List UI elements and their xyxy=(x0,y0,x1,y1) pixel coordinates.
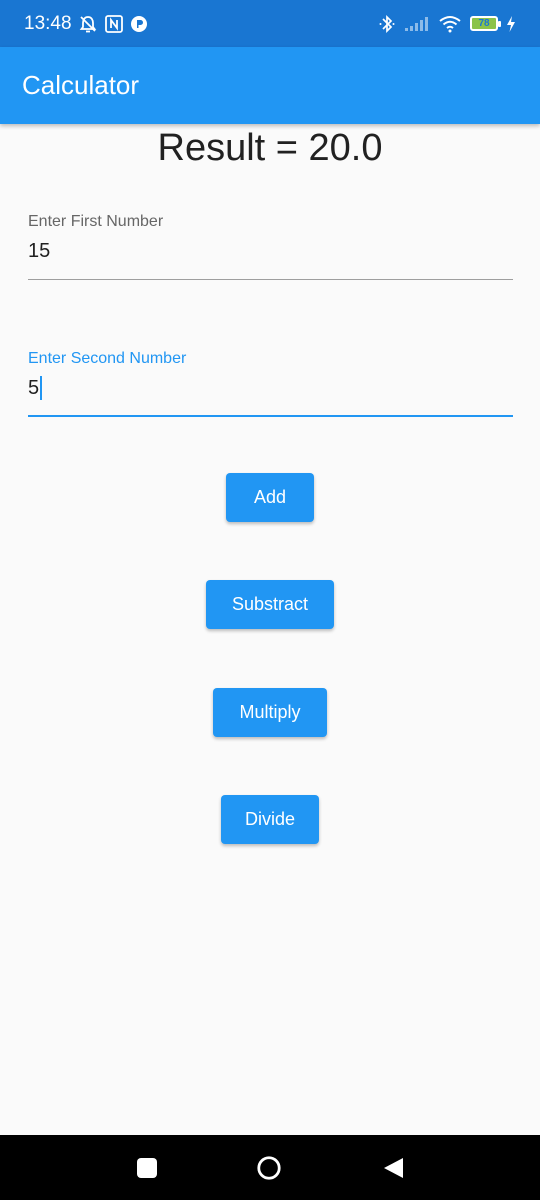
subtract-button[interactable]: Substract xyxy=(206,580,334,629)
second-number-label: Enter Second Number xyxy=(28,350,187,367)
charging-icon xyxy=(506,15,516,33)
text-cursor xyxy=(40,376,43,400)
nfc-icon xyxy=(104,14,124,34)
first-number-input[interactable]: 15 xyxy=(28,238,513,264)
status-bar: 13:48 78 xyxy=(0,0,540,47)
home-icon[interactable] xyxy=(256,1155,282,1181)
first-number-underline xyxy=(28,279,513,280)
divide-button[interactable]: Divide xyxy=(221,795,319,844)
battery-level: 78 xyxy=(478,18,490,29)
bluetooth-icon xyxy=(378,14,396,34)
add-button[interactable]: Add xyxy=(226,473,314,522)
back-icon[interactable] xyxy=(380,1155,406,1181)
second-number-value: 5 xyxy=(28,377,40,399)
app-notification-icon xyxy=(130,15,148,33)
mute-bell-icon xyxy=(78,14,98,34)
first-number-value: 15 xyxy=(28,240,51,262)
status-right: 78 xyxy=(378,14,516,34)
app-title: Calculator xyxy=(22,70,140,100)
first-number-label: Enter First Number xyxy=(28,213,164,230)
multiply-button[interactable]: Multiply xyxy=(213,688,327,737)
second-number-input[interactable]: 5 xyxy=(28,375,513,401)
navigation-bar xyxy=(0,1135,540,1200)
result-text: Result = 20.0 xyxy=(157,127,383,169)
second-number-field[interactable]: Enter Second Number 5 xyxy=(28,349,513,417)
status-left: 13:48 xyxy=(24,13,148,35)
status-time: 13:48 xyxy=(24,12,72,34)
wifi-icon xyxy=(438,15,462,33)
app-bar: Calculator xyxy=(0,47,540,124)
calculator-screen: 13:48 78 Calculator Result = 20.0 Enter … xyxy=(0,0,540,1200)
recents-icon[interactable] xyxy=(134,1155,160,1181)
second-number-underline xyxy=(28,415,513,417)
signal-icon xyxy=(404,16,430,32)
battery-icon: 78 xyxy=(470,16,501,31)
first-number-field[interactable]: Enter First Number 15 xyxy=(28,212,513,280)
